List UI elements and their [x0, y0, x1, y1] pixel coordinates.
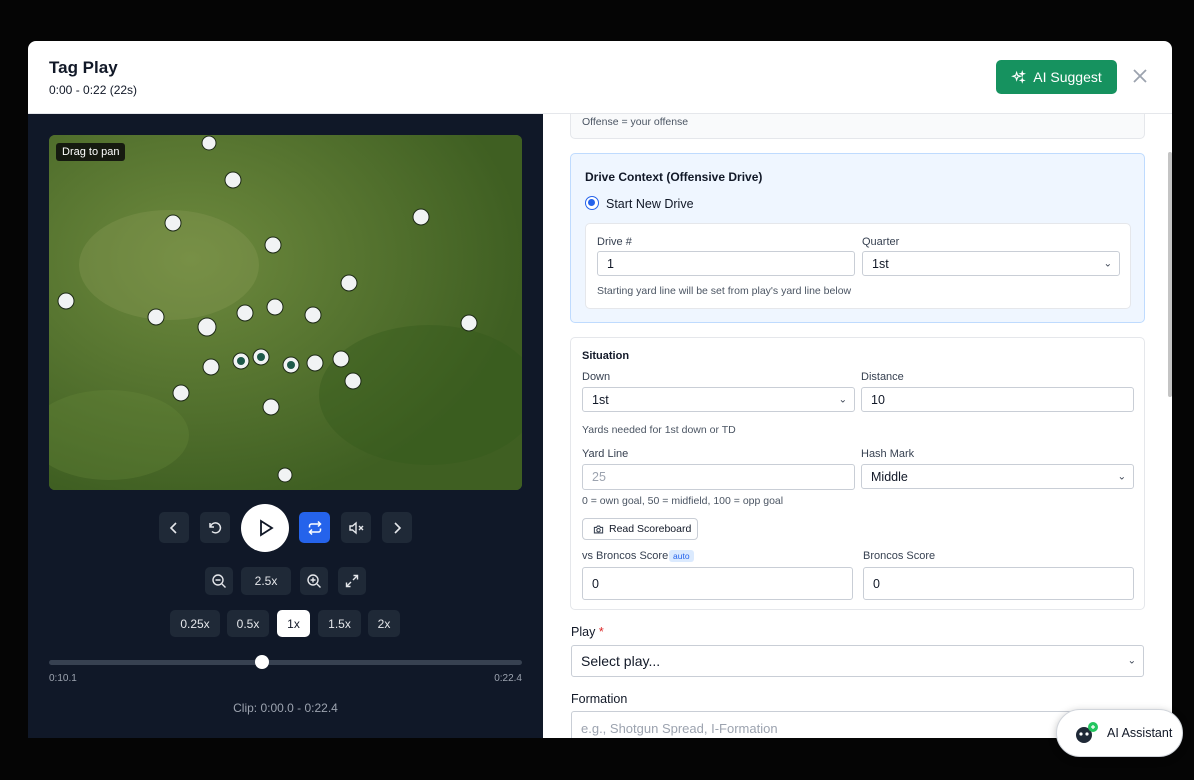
modal-subtitle: 0:00 - 0:22 (22s): [49, 83, 138, 97]
distance-hint: Yards needed for 1st down or TD: [582, 424, 736, 436]
timeline-track[interactable]: [49, 655, 522, 669]
play-label: Play *: [571, 625, 604, 639]
modal-header: Tag Play 0:00 - 0:22 (22s) AI Suggest: [28, 41, 1172, 114]
timeline-thumb[interactable]: [254, 655, 269, 669]
volume-muted-icon: [349, 520, 364, 535]
hash-mark-select[interactable]: Middle ⌄: [861, 464, 1134, 489]
quarter-label: Quarter: [862, 236, 900, 248]
start-new-drive-radio[interactable]: [585, 196, 599, 210]
hash-mark-label: Hash Mark: [861, 448, 915, 460]
distance-input[interactable]: 10: [861, 387, 1134, 412]
mute-toggle[interactable]: [341, 512, 371, 543]
close-icon[interactable]: [1129, 66, 1151, 88]
down-label: Down: [582, 371, 611, 383]
chevron-down-icon: ⌄: [1103, 258, 1112, 269]
yard-line-label: Yard Line: [582, 448, 629, 460]
expand-icon: [345, 574, 359, 588]
down-select[interactable]: 1st ⌄: [582, 387, 855, 412]
chevron-down-icon: ⌄: [838, 394, 847, 405]
speed-1x-button[interactable]: 1x: [277, 610, 310, 637]
chevron-right-icon: [394, 521, 402, 534]
play-select[interactable]: Select play... ⌄: [571, 645, 1144, 677]
ai-assistant-label: AI Assistant: [1107, 726, 1173, 740]
zoom-in-icon: [307, 574, 321, 588]
video-panel: Drag to pan 2.5x 0.25x 0.5x 1x 1.5x 2x 0…: [28, 114, 543, 738]
drive-number-input[interactable]: 1: [597, 251, 855, 276]
team-score-label: Broncos Score: [863, 550, 936, 562]
loop-toggle[interactable]: [299, 512, 330, 543]
repeat-icon: [307, 520, 322, 535]
situation-section: Situation Down 1st ⌄ Distance 10 Yards n…: [570, 337, 1145, 610]
drive-context-heading: Drive Context (Offensive Drive): [585, 170, 763, 184]
zoom-out-button[interactable]: [205, 567, 233, 595]
current-time: 0:10.1: [49, 673, 77, 684]
drive-number-label: Drive #: [597, 236, 632, 248]
play-icon: [260, 519, 274, 537]
read-scoreboard-button[interactable]: Read Scoreboard: [582, 518, 698, 540]
ai-assistant-button[interactable]: AI Assistant: [1056, 709, 1183, 757]
drag-to-pan-hint: Drag to pan: [56, 143, 126, 161]
starting-yard-hint: Starting yard line will be set from play…: [597, 285, 852, 297]
start-new-drive-label: Start New Drive: [606, 197, 694, 211]
speed-1-5x-button[interactable]: 1.5x: [318, 610, 361, 637]
situation-heading: Situation: [582, 350, 630, 362]
quarter-value: 1st: [872, 256, 889, 271]
speed-0-25x-button[interactable]: 0.25x: [170, 610, 220, 637]
zoom-out-icon: [212, 574, 226, 588]
chevron-left-icon: [169, 521, 177, 534]
quarter-select[interactable]: 1st ⌄: [862, 251, 1120, 276]
end-time: 0:22.4: [494, 673, 522, 684]
ai-suggest-label: AI Suggest: [1033, 69, 1102, 85]
formation-label: Formation: [571, 692, 628, 706]
hash-mark-value: Middle: [871, 469, 908, 484]
form-scrollbar[interactable]: [1168, 152, 1172, 397]
opp-score-label: vs Broncos Score: [582, 550, 669, 562]
offense-info-box: Offense = your offense: [570, 114, 1145, 139]
required-asterisk: *: [598, 625, 604, 639]
restart-button[interactable]: [200, 512, 230, 543]
opp-score-input[interactable]: 0: [582, 567, 853, 600]
new-drive-fields: Drive # 1 Quarter 1st ⌄ Starting yard li…: [585, 223, 1131, 309]
speed-2x-button[interactable]: 2x: [368, 610, 400, 637]
video-viewport[interactable]: Drag to pan: [49, 135, 522, 490]
camera-icon: [593, 525, 604, 533]
next-frame-button[interactable]: [382, 512, 412, 543]
play-button[interactable]: [241, 504, 289, 552]
chevron-down-icon: ⌄: [1117, 471, 1126, 482]
yard-line-hint: 0 = own goal, 50 = midfield, 100 = opp g…: [582, 495, 784, 507]
modal-title: Tag Play: [49, 58, 118, 77]
auto-badge: auto: [669, 550, 694, 562]
drive-context-section: Drive Context (Offensive Drive) Start Ne…: [570, 153, 1145, 323]
ai-suggest-button[interactable]: AI Suggest: [996, 60, 1117, 94]
down-value: 1st: [592, 392, 609, 407]
rotate-ccw-icon: [209, 521, 222, 534]
fullscreen-button[interactable]: [338, 567, 366, 595]
sparkles-icon: [1011, 69, 1027, 84]
offense-hint: Offense = your offense: [582, 116, 689, 128]
yard-line-input[interactable]: 25: [582, 464, 855, 490]
zoom-level: 2.5x: [241, 567, 291, 595]
play-select-value: Select play...: [581, 653, 661, 669]
play-label-text: Play: [571, 625, 596, 639]
zoom-in-button[interactable]: [300, 567, 328, 595]
tag-form-panel: Offense = your offense Drive Context (Of…: [543, 114, 1172, 738]
distance-label: Distance: [861, 371, 904, 383]
speed-0-5x-button[interactable]: 0.5x: [227, 610, 269, 637]
tag-play-modal: Tag Play 0:00 - 0:22 (22s) AI Suggest Dr…: [28, 41, 1172, 738]
chevron-down-icon: ⌄: [1127, 655, 1136, 667]
team-score-input[interactable]: 0: [863, 567, 1134, 600]
read-scoreboard-label: Read Scoreboard: [609, 523, 692, 535]
clip-range-label: Clip: 0:00.0 - 0:22.4: [233, 701, 338, 715]
robot-icon: [1076, 722, 1098, 743]
prev-frame-button[interactable]: [159, 512, 189, 543]
field-video-image: [49, 135, 522, 490]
